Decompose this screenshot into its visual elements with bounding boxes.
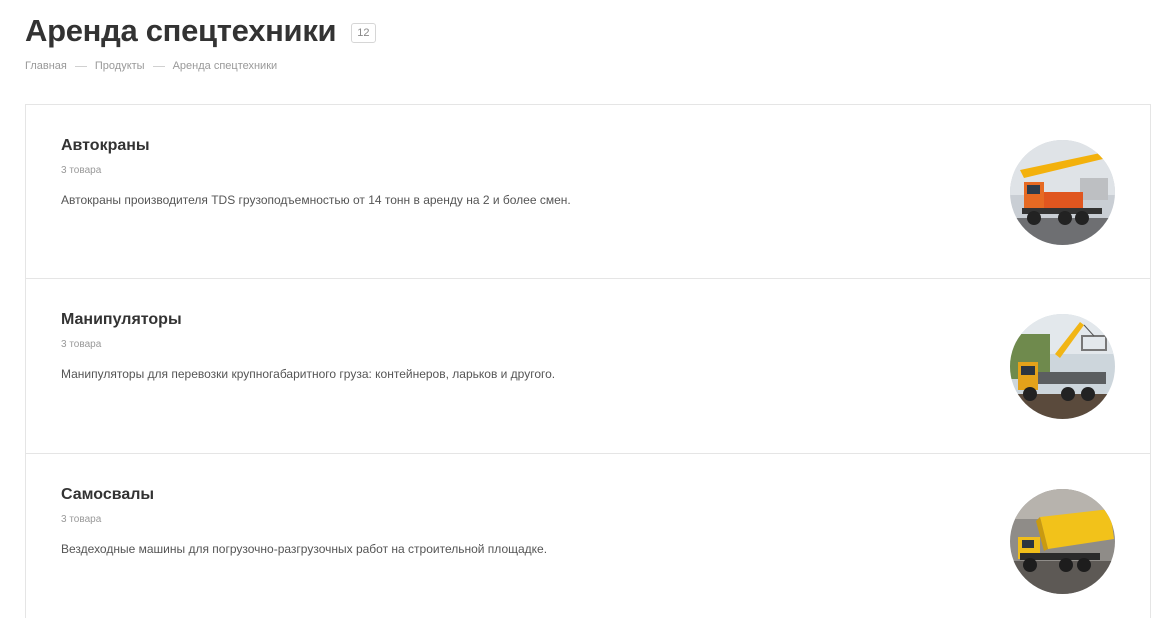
category-count: 3 товара [61,514,102,525]
page-header: Аренда спецтехники 12 Главная Продукты А… [25,12,376,72]
category-count: 3 товара [61,165,102,176]
category-title-link[interactable]: Манипуляторы [61,311,182,329]
category-description: Вездеходные машины для погрузочно-разгру… [61,542,548,556]
category-title-link[interactable]: Автокраны [61,137,150,155]
category-title-link[interactable]: Самосвалы [61,486,154,504]
breadcrumb-link-products[interactable]: Продукты [95,60,145,72]
category-description: Манипуляторы для перевозки крупногабарит… [61,367,556,381]
breadcrumb-link-home[interactable]: Главная [25,60,67,72]
manipulator-truck-illustration [1010,314,1115,419]
category-description: Автокраны производителя TDS грузоподъемн… [61,193,571,207]
category-item[interactable]: Самосвалы 3 товара Вездеходные машины дл… [26,454,1150,618]
page-title: Аренда спецтехники [25,13,337,48]
category-item[interactable]: Манипуляторы 3 товара Манипуляторы для п… [26,279,1150,454]
truck-crane-illustration [1010,140,1115,245]
dump-truck-illustration [1010,489,1115,594]
count-badge: 12 [351,22,376,43]
breadcrumb-separator [74,65,87,67]
dump-truck-image[interactable] [1010,489,1115,594]
manipulator-truck-image[interactable] [1010,314,1115,419]
truck-crane-image[interactable] [1010,140,1115,245]
category-item[interactable]: Автокраны 3 товара Автокраны производите… [26,105,1150,279]
category-list: Автокраны 3 товара Автокраны производите… [25,104,1151,618]
breadcrumb-current: Аренда спецтехники [172,60,278,72]
category-count: 3 товара [61,339,102,350]
breadcrumb-separator [152,65,165,67]
title-row: Аренда спецтехники 12 [25,12,376,50]
breadcrumb: Главная Продукты Аренда спецтехники [25,60,376,72]
